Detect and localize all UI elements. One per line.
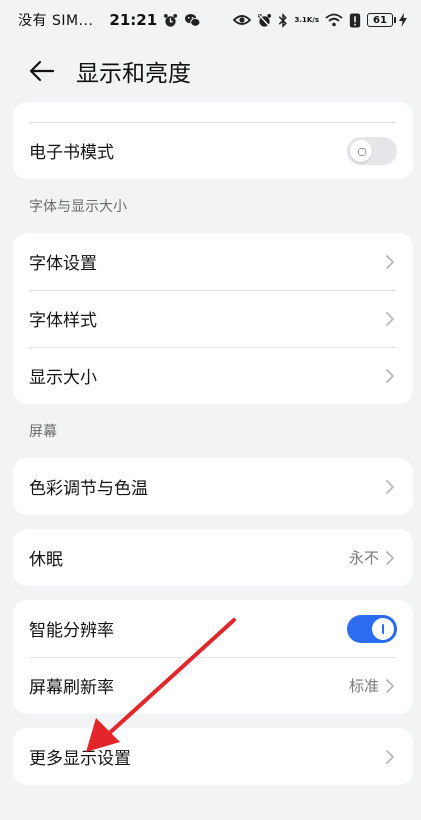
wechat-icon: [184, 13, 201, 28]
bluetooth-icon: [278, 12, 288, 28]
font-card: 字体设置 字体样式 显示大小: [13, 233, 413, 404]
status-time: 21:21: [109, 11, 158, 29]
back-button[interactable]: [28, 57, 56, 85]
page-title: 显示和亮度: [76, 61, 191, 87]
hidden-previous-row: [13, 102, 413, 122]
sleep-value: 永不: [348, 549, 379, 567]
font-style-label: 字体样式: [29, 311, 97, 331]
battery-icon: 61: [367, 13, 396, 27]
net-speed-indicator: 3.1 K/s: [294, 15, 319, 24]
font-style-row[interactable]: 字体样式: [13, 290, 413, 347]
toggle-knob: [372, 617, 394, 640]
refresh-rate-value: 标准: [348, 677, 379, 695]
sleep-label: 休眠: [29, 550, 63, 570]
chevron-right-icon: [385, 676, 397, 696]
chevron-right-icon: [385, 477, 397, 497]
smart-resolution-toggle[interactable]: [347, 614, 397, 643]
refresh-rate-row[interactable]: 屏幕刷新率 标准: [13, 657, 413, 714]
smart-resolution-row[interactable]: 智能分辨率: [13, 600, 413, 657]
resolution-card: 智能分辨率 屏幕刷新率 标准: [13, 600, 413, 714]
chevron-right-icon: [385, 366, 397, 386]
font-settings-row[interactable]: 字体设置: [13, 233, 413, 290]
display-size-label: 显示大小: [29, 368, 97, 388]
settings-content: 电子书模式 字体与显示大小 字体设置 字体样式 显示大小 屏幕 色彩调节与色温 …: [13, 102, 413, 785]
font-section-title: 字体与显示大小: [29, 199, 127, 215]
app-header: 显示和亮度: [0, 40, 421, 102]
eye-icon: [233, 14, 252, 26]
color-card: 色彩调节与色温: [13, 458, 413, 515]
status-bar: 没有 SIM... 21:21 3.1 K/s 61: [0, 0, 421, 40]
ebook-mode-row[interactable]: 电子书模式: [13, 122, 413, 179]
color-temperature-label: 色彩调节与色温: [29, 479, 148, 499]
toggle-knob: [350, 139, 372, 162]
display-size-row[interactable]: 显示大小: [13, 347, 413, 404]
smart-resolution-label: 智能分辨率: [29, 621, 114, 641]
alarm-mute-icon: [257, 13, 272, 28]
chevron-right-icon: [385, 252, 397, 272]
more-display-settings-label: 更多显示设置: [29, 749, 131, 769]
ebook-card: 电子书模式: [13, 102, 413, 179]
refresh-rate-label: 屏幕刷新率: [29, 678, 114, 698]
carrier-text: 没有 SIM...: [18, 13, 94, 29]
charging-icon: [399, 13, 407, 27]
chevron-right-icon: [385, 747, 397, 767]
more-display-settings-row[interactable]: 更多显示设置: [13, 728, 413, 785]
status-right: 3.1 K/s 61: [233, 12, 407, 28]
refresh-rate-right: 标准: [349, 675, 397, 696]
chevron-right-icon: [385, 309, 397, 329]
screen-section-title: 屏幕: [29, 424, 57, 440]
wifi-icon: [325, 13, 343, 27]
net-speed-value: 3.1: [294, 15, 307, 24]
chevron-right-icon: [385, 548, 397, 568]
back-arrow-icon: [29, 60, 55, 82]
ebook-mode-label: 电子书模式: [29, 143, 114, 163]
alarm-icon: [163, 13, 178, 28]
more-card: 更多显示设置: [13, 728, 413, 785]
sleep-right: 永不: [349, 547, 397, 568]
net-speed-unit: K/s: [306, 15, 319, 24]
status-left: 没有 SIM... 21:21: [18, 10, 201, 30]
font-settings-label: 字体设置: [29, 254, 97, 274]
sleep-card: 休眠 永不: [13, 529, 413, 586]
sleep-row[interactable]: 休眠 永不: [13, 529, 413, 586]
ebook-mode-toggle[interactable]: [347, 136, 397, 165]
color-temperature-row[interactable]: 色彩调节与色温: [13, 458, 413, 515]
alert-icon: [349, 12, 361, 28]
battery-level: 61: [373, 14, 387, 26]
